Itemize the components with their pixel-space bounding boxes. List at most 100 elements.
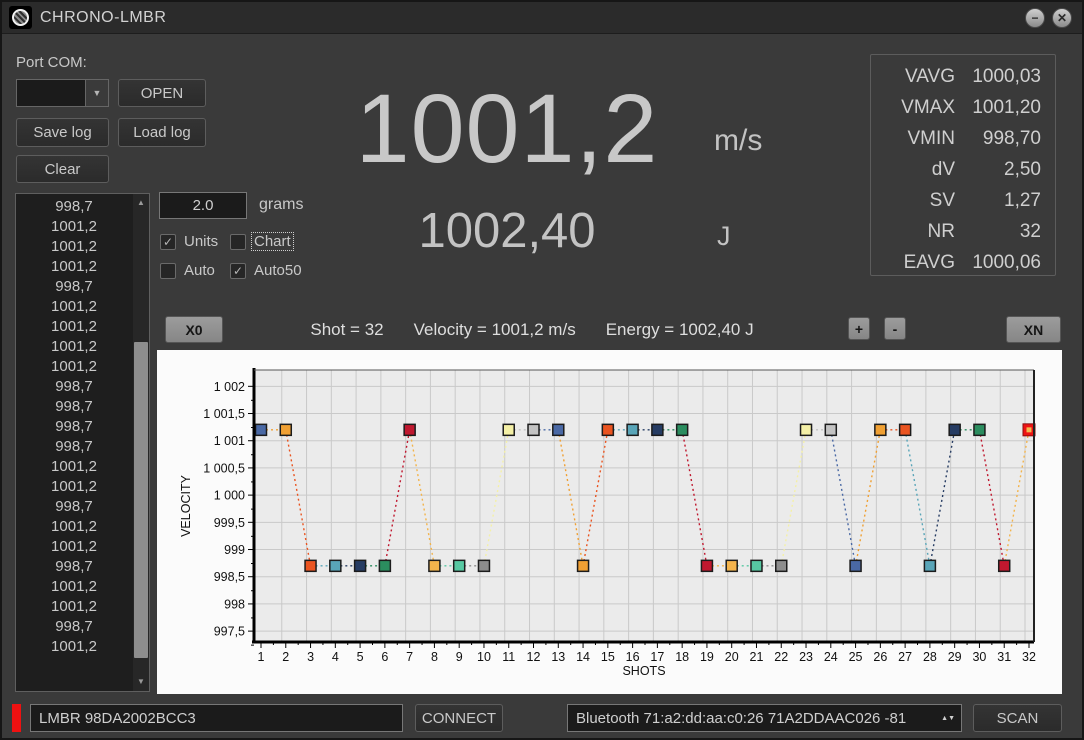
stat-row: VMIN998,70 (871, 123, 1041, 154)
svg-text:16: 16 (626, 650, 640, 664)
x0-button[interactable]: X0 (165, 316, 223, 343)
shot-list[interactable]: 998,71001,21001,21001,2998,71001,21001,2… (15, 193, 150, 692)
device-name-input[interactable]: LMBR 98DA2002BCC3 (30, 704, 403, 732)
connection-status-indicator (12, 704, 21, 732)
grams-label: grams (259, 196, 303, 214)
connect-button[interactable]: CONNECT (415, 704, 503, 732)
zoom-out-button[interactable]: - (884, 317, 906, 340)
svg-text:1 000,5: 1 000,5 (203, 461, 245, 475)
grams-input[interactable]: 2.0 (159, 192, 247, 219)
stat-value: 1,27 (955, 190, 1041, 212)
list-item[interactable]: 1001,2 (16, 357, 132, 377)
stats-panel: VAVG1000,03VMAX1001,20VMIN998,70dV2,50SV… (870, 54, 1056, 276)
list-item[interactable]: 1001,2 (16, 457, 132, 477)
scroll-up-icon[interactable]: ▲ (133, 196, 149, 210)
window-title: CHRONO-LMBR (40, 9, 166, 27)
list-item[interactable]: 1001,2 (16, 637, 132, 657)
svg-text:18: 18 (675, 650, 689, 664)
svg-text:3: 3 (307, 650, 314, 664)
status-row: Shot = 32 Velocity = 1001,2 m/s Energy =… (242, 320, 822, 340)
energy-unit: J (717, 221, 731, 252)
list-item[interactable]: 998,7 (16, 497, 132, 517)
list-item[interactable]: 998,7 (16, 557, 132, 577)
list-item[interactable]: 1001,2 (16, 577, 132, 597)
stat-value: 1000,03 (955, 66, 1041, 88)
list-item[interactable]: 998,7 (16, 437, 132, 457)
svg-text:15: 15 (601, 650, 615, 664)
checkbox-box[interactable]: ✓ (230, 263, 246, 279)
energy-display: 1002,40 (312, 207, 702, 256)
xn-button[interactable]: XN (1006, 316, 1061, 343)
velocity-unit: m/s (714, 124, 762, 158)
svg-text:9: 9 (456, 650, 463, 664)
checkbox-chart[interactable]: Chart (230, 233, 293, 250)
scan-button[interactable]: SCAN (973, 704, 1062, 732)
list-item[interactable]: 1001,2 (16, 537, 132, 557)
open-button[interactable]: OPEN (118, 79, 206, 107)
port-com-select[interactable]: ▼ (16, 79, 109, 107)
titlebar: CHRONO-LMBR − ✕ (2, 2, 1082, 34)
list-item[interactable]: 998,7 (16, 617, 132, 637)
checkbox-auto[interactable]: Auto (160, 262, 217, 279)
save-log-button[interactable]: Save log (16, 118, 109, 147)
list-item[interactable]: 1001,2 (16, 217, 132, 237)
list-item[interactable]: 1001,2 (16, 257, 132, 277)
bluetooth-device-select[interactable]: Bluetooth 71:a2:dd:aa:c0:26 71A2DDAAC026… (567, 704, 962, 732)
svg-text:21: 21 (750, 650, 764, 664)
stat-row: SV1,27 (871, 185, 1041, 216)
checkbox-label: Auto (182, 262, 217, 279)
list-item[interactable]: 1001,2 (16, 237, 132, 257)
spinner-icon[interactable]: ▲▼ (941, 715, 955, 722)
status-velocity: Velocity = 1001,2 m/s (414, 320, 576, 340)
checkbox-box[interactable]: ✓ (160, 234, 176, 250)
svg-text:1 001: 1 001 (214, 434, 245, 448)
list-item[interactable]: 998,7 (16, 377, 132, 397)
list-item[interactable]: 1001,2 (16, 317, 132, 337)
checkbox-box[interactable] (230, 234, 246, 250)
minimize-button[interactable]: − (1025, 8, 1045, 28)
clear-button[interactable]: Clear (16, 155, 109, 183)
list-item[interactable]: 1001,2 (16, 517, 132, 537)
svg-text:6: 6 (381, 650, 388, 664)
svg-text:25: 25 (849, 650, 863, 664)
svg-text:17: 17 (650, 650, 664, 664)
list-item[interactable]: 1001,2 (16, 477, 132, 497)
checkbox-label: Units (182, 233, 220, 250)
list-item[interactable]: 998,7 (16, 277, 132, 297)
list-item[interactable]: 1001,2 (16, 297, 132, 317)
svg-text:VELOCITY: VELOCITY (179, 474, 193, 536)
stat-label: VMIN (871, 128, 955, 150)
load-log-button[interactable]: Load log (118, 118, 206, 147)
svg-text:7: 7 (406, 650, 413, 664)
svg-text:12: 12 (527, 650, 541, 664)
status-shot: Shot = 32 (310, 320, 383, 340)
svg-text:22: 22 (774, 650, 788, 664)
zoom-in-button[interactable]: + (848, 317, 870, 340)
svg-text:998: 998 (224, 597, 245, 611)
port-com-label: Port COM: (16, 54, 87, 71)
stat-label: dV (871, 159, 955, 181)
checkbox-auto50[interactable]: ✓Auto50 (230, 262, 304, 279)
svg-text:13: 13 (551, 650, 565, 664)
chevron-down-icon[interactable]: ▼ (85, 80, 108, 106)
svg-text:8: 8 (431, 650, 438, 664)
pellet-icon (12, 9, 29, 26)
list-item[interactable]: 998,7 (16, 197, 132, 217)
status-energy: Energy = 1002,40 J (606, 320, 754, 340)
list-item[interactable]: 998,7 (16, 397, 132, 417)
stat-value: 2,50 (955, 159, 1041, 181)
list-item[interactable]: 1001,2 (16, 597, 132, 617)
shot-list-scrollbar[interactable]: ▲ ▼ (133, 194, 149, 691)
svg-text:10: 10 (477, 650, 491, 664)
svg-text:32: 32 (1022, 650, 1036, 664)
list-item[interactable]: 998,7 (16, 417, 132, 437)
stat-row: dV2,50 (871, 154, 1041, 185)
list-item[interactable]: 1001,2 (16, 337, 132, 357)
svg-text:11: 11 (502, 650, 515, 664)
svg-text:2: 2 (282, 650, 289, 664)
scroll-down-icon[interactable]: ▼ (133, 675, 149, 689)
scroll-thumb[interactable] (134, 342, 148, 658)
close-button[interactable]: ✕ (1052, 8, 1072, 28)
checkbox-box[interactable] (160, 263, 176, 279)
checkbox-units[interactable]: ✓ Units (160, 233, 220, 250)
